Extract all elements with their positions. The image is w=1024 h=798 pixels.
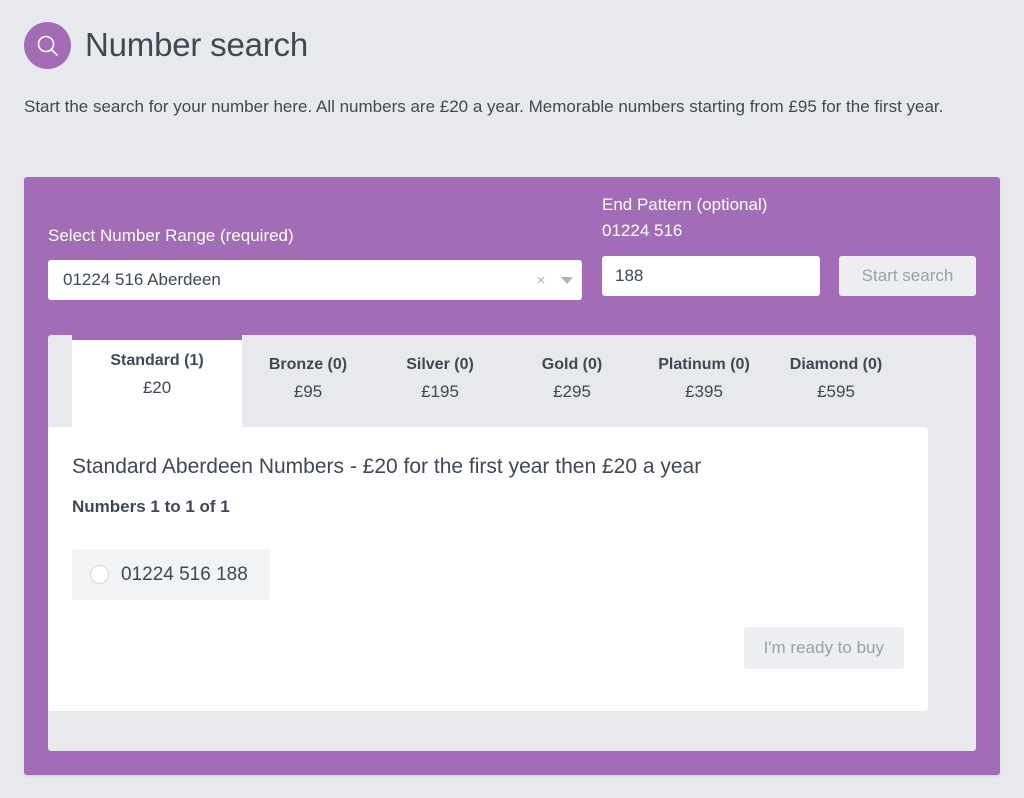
page-title: Number search — [85, 27, 308, 63]
chevron-down-icon[interactable] — [553, 277, 581, 284]
tab-silver-price: £195 — [384, 379, 496, 405]
search-panel: Select Number Range (required) 01224 516… — [24, 177, 1000, 775]
tab-standard-price: £20 — [82, 375, 232, 401]
tab-silver[interactable]: Silver (0) £195 — [374, 335, 506, 427]
list-item[interactable]: 01224 516 188 — [72, 549, 270, 600]
radio-icon[interactable] — [90, 565, 109, 584]
tab-gold-price: £295 — [516, 379, 628, 405]
tab-bronze-price: £95 — [252, 379, 364, 405]
results-heading: Standard Aberdeen Numbers - £20 for the … — [72, 453, 904, 481]
tab-silver-label: Silver (0) — [384, 353, 496, 376]
number-search-page: Number search Start the search for your … — [0, 0, 1024, 798]
clear-selection-icon[interactable]: × — [529, 273, 553, 288]
end-pattern-field: End Pattern (optional) 01224 516 — [602, 192, 820, 296]
results-count: Numbers 1 to 1 of 1 — [72, 495, 904, 519]
results-panel: Standard (1) £20 Bronze (0) £95 Silver (… — [48, 335, 976, 751]
ready-to-buy-button[interactable]: I'm ready to buy — [744, 627, 904, 669]
tab-content-standard: Standard Aberdeen Numbers - £20 for the … — [48, 427, 928, 711]
number-range-value: 01224 516 Aberdeen — [63, 270, 529, 290]
tab-platinum-label: Platinum (0) — [648, 353, 760, 376]
tab-platinum-price: £395 — [648, 379, 760, 405]
page-header: Number search — [0, 0, 1024, 69]
tier-tabs: Standard (1) £20 Bronze (0) £95 Silver (… — [48, 335, 976, 427]
number-range-select[interactable]: 01224 516 Aberdeen × — [48, 260, 582, 300]
tab-diamond-price: £595 — [780, 379, 892, 405]
tab-diamond[interactable]: Diamond (0) £595 — [770, 335, 902, 427]
tab-gold-label: Gold (0) — [516, 353, 628, 376]
number-results-list: 01224 516 188 — [72, 549, 904, 600]
tab-standard[interactable]: Standard (1) £20 — [72, 335, 242, 427]
magnifier-icon — [24, 22, 71, 69]
end-pattern-prefix: 01224 516 — [602, 218, 820, 244]
start-search-field: Start search — [839, 256, 976, 296]
end-pattern-label: End Pattern (optional) — [602, 192, 820, 218]
buy-action-row: I'm ready to buy — [744, 627, 904, 669]
search-form: Select Number Range (required) 01224 516… — [24, 177, 1000, 327]
number-range-field: Select Number Range (required) 01224 516… — [48, 223, 582, 300]
end-pattern-input[interactable] — [602, 256, 820, 296]
tab-standard-label: Standard (1) — [82, 349, 232, 372]
start-search-button[interactable]: Start search — [839, 256, 976, 296]
tab-diamond-label: Diamond (0) — [780, 353, 892, 376]
tab-bronze[interactable]: Bronze (0) £95 — [242, 335, 374, 427]
number-range-label: Select Number Range (required) — [48, 223, 582, 249]
page-intro-text: Start the search for your number here. A… — [24, 93, 984, 121]
number-label: 01224 516 188 — [121, 565, 248, 584]
tab-gold[interactable]: Gold (0) £295 — [506, 335, 638, 427]
tab-bronze-label: Bronze (0) — [252, 353, 364, 376]
tab-platinum[interactable]: Platinum (0) £395 — [638, 335, 770, 427]
